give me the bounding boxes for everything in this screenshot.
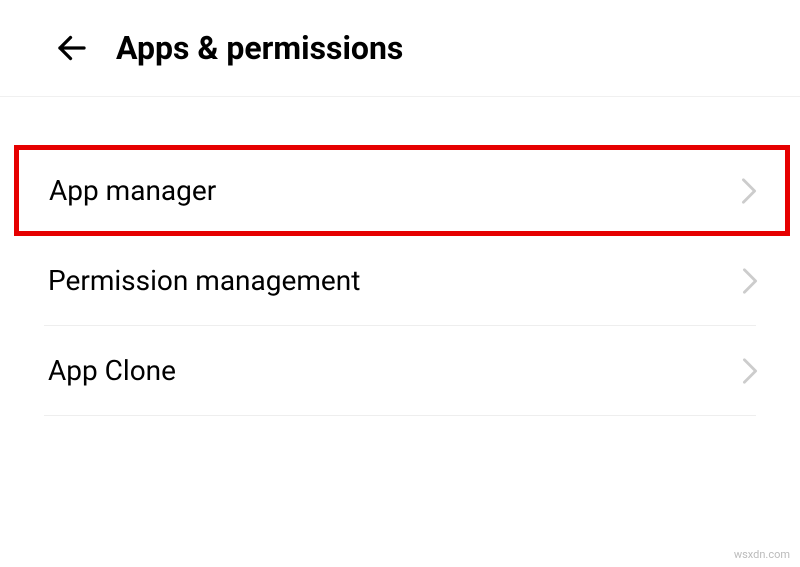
chevron-right-icon	[739, 181, 759, 201]
list-item-label: App manager	[49, 174, 216, 207]
list-item-app-clone[interactable]: App Clone	[0, 326, 800, 415]
divider	[44, 415, 756, 416]
header: Apps & permissions	[0, 0, 800, 97]
back-arrow-icon	[54, 30, 90, 66]
list-item-label: Permission management	[48, 264, 360, 297]
settings-list: App manager Permission management App Cl…	[0, 97, 800, 416]
back-button[interactable]	[52, 28, 92, 68]
page-title: Apps & permissions	[116, 29, 403, 67]
list-item-permission-management[interactable]: Permission management	[0, 236, 800, 325]
list-item-app-manager[interactable]: App manager	[14, 145, 790, 236]
list-item-label: App Clone	[48, 354, 176, 387]
watermark: wsxdn.com	[734, 548, 790, 561]
chevron-right-icon	[740, 361, 760, 381]
chevron-right-icon	[740, 271, 760, 291]
